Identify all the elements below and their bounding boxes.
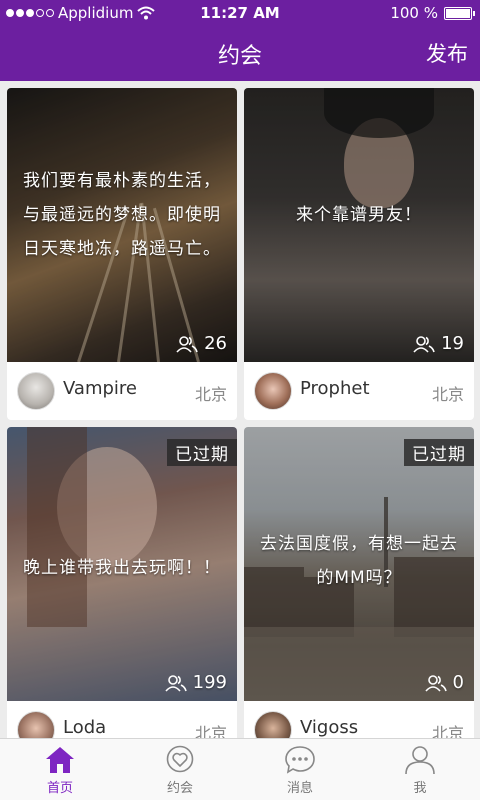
username[interactable]: Vampire xyxy=(63,378,137,399)
tab-label: 首页 xyxy=(46,781,73,796)
tab-me[interactable]: 我 xyxy=(360,745,480,796)
expired-badge: 已过期 xyxy=(404,439,474,466)
participants-count: 199 xyxy=(165,672,227,693)
count-value: 19 xyxy=(441,333,464,354)
tab-dating[interactable]: 约会 xyxy=(120,745,240,796)
tab-label: 消息 xyxy=(286,781,313,796)
people-icon xyxy=(176,335,198,353)
date-card[interactable]: 来个靠谱男友！ 19 Prophet 北京 xyxy=(244,88,474,420)
publish-button[interactable]: 发布 xyxy=(426,38,468,68)
tab-label: 我 xyxy=(413,781,427,796)
count-value: 26 xyxy=(204,333,227,354)
username[interactable]: Loda xyxy=(63,717,106,738)
date-card[interactable]: 我们要有最朴素的生活，与最遥远的梦想。即使明日天寒地冻，路遥马亡。 26 Vam… xyxy=(7,88,237,420)
page-title: 约会 xyxy=(217,44,262,69)
participants-count: 0 xyxy=(424,672,464,693)
count-value: 199 xyxy=(192,672,227,693)
home-icon xyxy=(46,747,74,773)
city-label: 北京 xyxy=(431,385,464,404)
username[interactable]: Prophet xyxy=(300,378,370,399)
avatar[interactable] xyxy=(17,372,55,410)
card-text: 晚上谁带我出去玩啊！！ xyxy=(23,558,221,578)
card-footer: Prophet 北京 xyxy=(244,362,474,420)
username[interactable]: Vigoss xyxy=(300,717,358,738)
tab-label: 约会 xyxy=(166,781,193,796)
date-card[interactable]: 晚上谁带我出去玩啊！！ 已过期 199 Loda 北京 xyxy=(7,427,237,759)
tab-messages[interactable]: 消息 xyxy=(240,745,360,796)
card-footer: Vampire 北京 xyxy=(7,362,237,420)
card-photo: 我们要有最朴素的生活，与最遥远的梦想。即使明日天寒地冻，路遥马亡。 26 xyxy=(7,88,237,362)
nav-bar: 约会 发布 xyxy=(0,26,480,81)
card-photo: 来个靠谱男友！ 19 xyxy=(244,88,474,362)
battery-icon xyxy=(444,6,475,20)
tab-bar: 首页 约会 消息 我 xyxy=(0,738,480,800)
participants-count: 26 xyxy=(176,333,227,354)
battery-percent: 100 % xyxy=(390,4,438,22)
participants-count: 19 xyxy=(413,333,464,354)
people-icon xyxy=(165,674,187,692)
expired-badge: 已过期 xyxy=(167,439,237,466)
people-icon xyxy=(424,674,447,692)
people-icon xyxy=(413,335,435,353)
tab-home[interactable]: 首页 xyxy=(0,745,120,796)
date-card[interactable]: 去法国度假，有想一起去的MM吗？ 已过期 0 Vigoss 北京 xyxy=(244,427,474,759)
heart-bubble-icon xyxy=(166,745,194,773)
city-label: 北京 xyxy=(194,385,227,404)
card-photo: 晚上谁带我出去玩啊！！ 已过期 199 xyxy=(7,427,237,701)
avatar[interactable] xyxy=(254,372,292,410)
count-value: 0 xyxy=(452,672,464,693)
card-text: 我们要有最朴素的生活，与最遥远的梦想。即使明日天寒地冻，路遥马亡。 xyxy=(23,171,221,259)
battery-area: 100 % xyxy=(390,4,475,22)
status-bar: Applidium 11:27 AM 100 % xyxy=(0,0,480,26)
card-photo: 去法国度假，有想一起去的MM吗？ 已过期 0 xyxy=(244,427,474,701)
chat-bubble-icon xyxy=(285,746,315,774)
card-text: 去法国度假，有想一起去的MM吗？ xyxy=(260,534,458,588)
person-icon xyxy=(405,746,435,775)
card-text: 来个靠谱男友！ xyxy=(296,205,422,225)
